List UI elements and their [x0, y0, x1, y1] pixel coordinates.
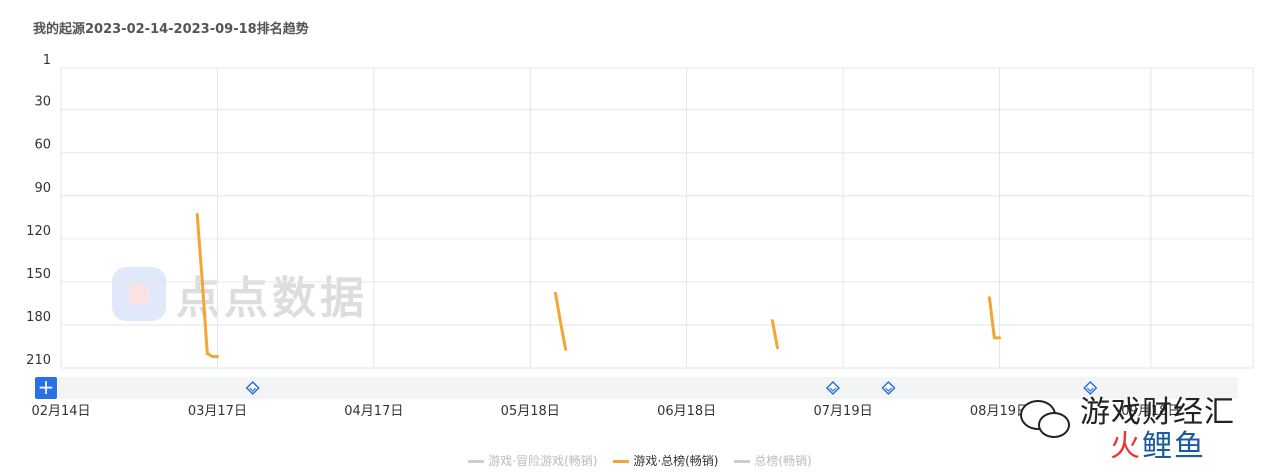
y-tick-label: 1: [43, 53, 51, 68]
legend-swatch: [613, 460, 630, 463]
legend-swatch: [734, 460, 751, 463]
plot-area: [60, 67, 1254, 369]
legend-label: 总榜(畅销): [754, 454, 812, 468]
y-tick-label: 210: [26, 353, 51, 368]
legend-item-adventure[interactable]: 游戏·冒险游戏(畅销): [468, 452, 597, 469]
corner-brand-logo: 火鲤鱼: [1110, 429, 1206, 464]
legend-swatch: [468, 460, 485, 463]
x-tick-label: 03月17日: [188, 404, 247, 419]
corner-watermark-text: 游戏财经汇: [1080, 395, 1235, 430]
series-line-1: [554, 291, 568, 351]
add-event-button[interactable]: +: [35, 377, 57, 399]
legend-item-total-grossing[interactable]: 总榜(畅销): [734, 452, 812, 469]
y-tick-label: 30: [34, 95, 51, 110]
legend-label: 游戏·冒险游戏(畅销): [488, 454, 598, 468]
corner-watermark: 游戏财经汇 火鲤鱼: [1020, 396, 1235, 464]
y-tick-label: 120: [26, 224, 51, 239]
y-tick-label: 180: [26, 310, 51, 325]
legend-label: 游戏·总榜(畅销): [633, 454, 719, 468]
wechat-icon: [1020, 398, 1070, 438]
series-line-1: [987, 296, 1001, 340]
y-tick-label: 60: [34, 138, 51, 153]
x-tick-label: 05月18日: [501, 404, 560, 419]
legend-item-overall-grossing[interactable]: 游戏·总榜(畅销): [613, 452, 719, 469]
series-line-1: [195, 212, 219, 358]
x-tick-label: 06月18日: [657, 404, 716, 419]
y-tick-label: 150: [26, 267, 51, 282]
x-tick-label: 07月19日: [814, 404, 873, 419]
x-tick-label: 02月14日: [31, 404, 90, 419]
x-tick-label: 04月17日: [344, 404, 403, 419]
y-tick-label: 90: [34, 181, 51, 196]
